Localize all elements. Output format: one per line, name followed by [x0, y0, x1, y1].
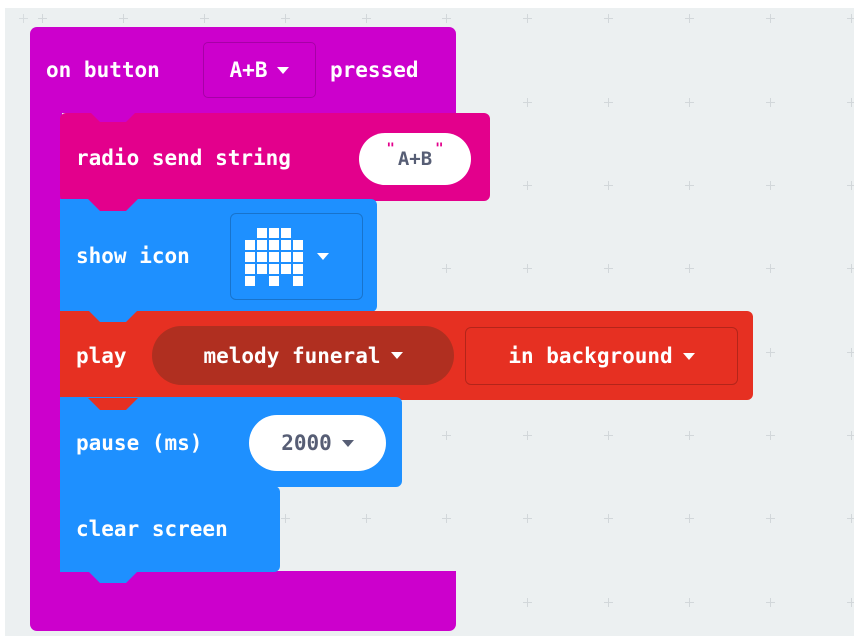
clear-notch: [88, 571, 138, 583]
event-notch: [88, 110, 138, 122]
radio-notch: [88, 199, 138, 211]
block-connector-notches: [88, 110, 138, 583]
pause-notch: [88, 485, 138, 497]
icon-notch: [88, 310, 138, 322]
music-notch: [88, 398, 138, 410]
